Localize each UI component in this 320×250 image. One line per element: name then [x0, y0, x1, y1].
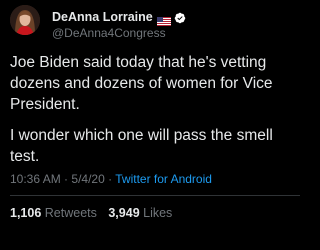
author-names: DeAnna Lorraine @DeAnna4Congress	[52, 9, 288, 40]
retweets-count: 1,106	[10, 206, 42, 220]
tweet-source-link[interactable]: Twitter for Android	[115, 172, 212, 186]
tweet-meta: 10:36 AM · 5/4/20 · Twitter for Android	[10, 172, 212, 186]
tweet-paragraph: I wonder which one will pass the smell t…	[10, 127, 273, 165]
display-name[interactable]: DeAnna Lorraine	[52, 10, 153, 24]
avatar-image	[10, 5, 40, 35]
tweet-stats: 1,106 Retweets 3,949 Likes	[10, 206, 172, 220]
avatar[interactable]	[10, 5, 40, 35]
tweet-paragraph: Joe Biden said today that he's vetting d…	[10, 54, 273, 113]
verified-badge-icon	[174, 11, 186, 24]
tweet-text: Joe Biden said today that he's vetting d…	[10, 52, 295, 177]
retweets-label: Retweets	[44, 206, 97, 220]
likes-label: Likes	[143, 206, 173, 220]
likes-stat[interactable]: 3,949 Likes	[108, 206, 172, 220]
divider	[10, 195, 300, 196]
us-flag-icon	[156, 13, 171, 26]
retweets-stat[interactable]: 1,106 Retweets	[10, 206, 100, 220]
tweet-card: DeAnna Lorraine @DeAnna4Congress Joe Bid…	[0, 0, 300, 250]
handle[interactable]: @DeAnna4Congress	[52, 26, 288, 40]
likes-count: 3,949	[108, 206, 140, 220]
tweet-header: DeAnna Lorraine @DeAnna4Congress	[10, 5, 290, 41]
tweet-date[interactable]: 5/4/20	[71, 172, 104, 186]
tweet-time[interactable]: 10:36 AM	[10, 172, 61, 186]
name-row: DeAnna Lorraine	[52, 9, 288, 26]
